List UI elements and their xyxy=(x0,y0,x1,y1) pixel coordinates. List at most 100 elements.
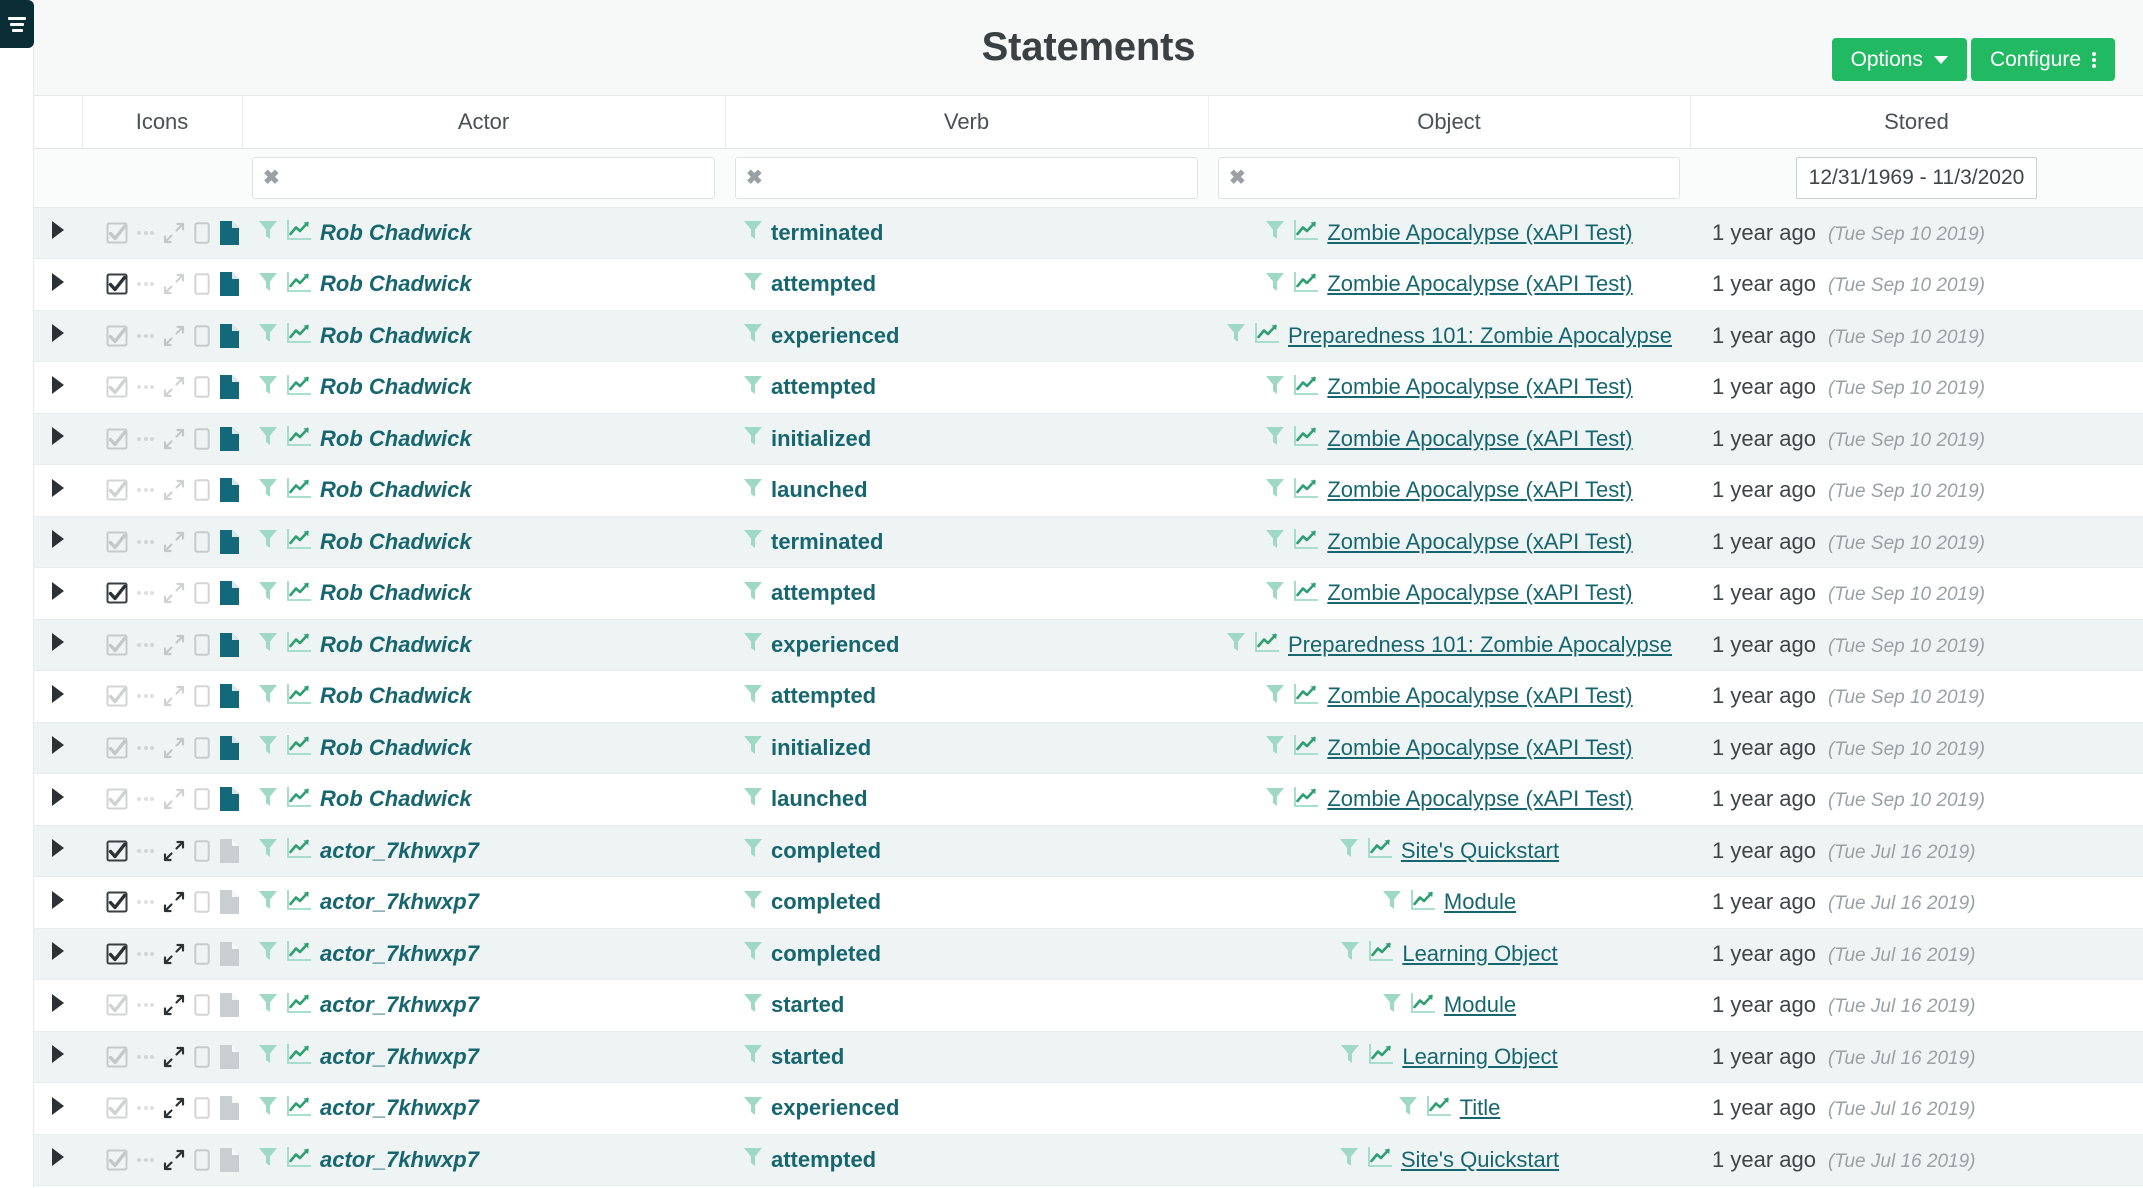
table-row[interactable]: Rob ChadwicklaunchedZombie Apocalypse (x… xyxy=(34,774,2143,826)
chart-icon[interactable] xyxy=(286,580,312,607)
table-row[interactable]: actor_7khwxp7completedModule1 year ago(T… xyxy=(34,877,2143,929)
expand-row-icon[interactable] xyxy=(52,788,64,806)
row-expand-cell[interactable] xyxy=(34,619,82,671)
tablet-icon[interactable] xyxy=(194,994,210,1016)
filter-funnel-icon[interactable] xyxy=(258,219,278,246)
table-row[interactable]: actor_7khwxp7startedLearning Object1 yea… xyxy=(34,1031,2143,1083)
chart-icon[interactable] xyxy=(1368,1043,1394,1070)
clear-icon[interactable]: ✖ xyxy=(746,168,763,188)
row-expand-cell[interactable] xyxy=(34,465,82,517)
row-expand-cell[interactable] xyxy=(34,259,82,311)
row-expand-cell[interactable] xyxy=(34,413,82,465)
chart-icon[interactable] xyxy=(1293,425,1319,452)
row-expand-cell[interactable] xyxy=(34,877,82,929)
filter-funnel-icon[interactable] xyxy=(258,425,278,452)
checkbox-icon[interactable] xyxy=(106,943,128,965)
chart-icon[interactable] xyxy=(286,322,312,349)
document-icon[interactable] xyxy=(219,220,240,246)
filter-funnel-icon[interactable] xyxy=(258,837,278,864)
table-row[interactable]: Rob ChadwickinitializedZombie Apocalypse… xyxy=(34,722,2143,774)
more-options-icon[interactable] xyxy=(137,1055,154,1059)
filter-funnel-icon[interactable] xyxy=(743,580,763,607)
object-link[interactable]: Zombie Apocalypse (xAPI Test) xyxy=(1327,735,1632,761)
more-options-icon[interactable] xyxy=(137,746,154,750)
fullscreen-expand-icon[interactable] xyxy=(163,634,185,656)
chart-icon[interactable] xyxy=(1293,374,1319,401)
tablet-icon[interactable] xyxy=(194,788,210,810)
more-options-icon[interactable] xyxy=(137,591,154,595)
checkbox-icon[interactable] xyxy=(106,1149,128,1171)
column-header-actor[interactable]: Actor xyxy=(242,96,725,148)
expand-row-icon[interactable] xyxy=(52,582,64,600)
document-icon[interactable] xyxy=(219,992,240,1018)
more-options-icon[interactable] xyxy=(137,797,154,801)
expand-row-icon[interactable] xyxy=(52,221,64,239)
checkbox-icon[interactable] xyxy=(106,1097,128,1119)
object-link[interactable]: Site's Quickstart xyxy=(1401,1147,1559,1173)
document-icon[interactable] xyxy=(219,271,240,297)
filter-funnel-icon[interactable] xyxy=(258,786,278,813)
checkbox-icon[interactable] xyxy=(106,479,128,501)
expand-row-icon[interactable] xyxy=(52,324,64,342)
document-icon[interactable] xyxy=(219,1044,240,1070)
expand-row-icon[interactable] xyxy=(52,1148,64,1166)
filter-funnel-icon[interactable] xyxy=(258,1043,278,1070)
document-icon[interactable] xyxy=(219,889,240,915)
tablet-icon[interactable] xyxy=(194,685,210,707)
chart-icon[interactable] xyxy=(286,1095,312,1122)
table-row[interactable]: Rob ChadwickterminatedZombie Apocalypse … xyxy=(34,207,2143,259)
verb-filter-input[interactable]: ✖ xyxy=(735,157,1198,199)
filter-funnel-icon[interactable] xyxy=(1226,631,1246,658)
tablet-icon[interactable] xyxy=(194,222,210,244)
more-options-icon[interactable] xyxy=(137,488,154,492)
filter-funnel-icon[interactable] xyxy=(1339,837,1359,864)
filter-funnel-icon[interactable] xyxy=(743,631,763,658)
tablet-icon[interactable] xyxy=(194,737,210,759)
checkbox-icon[interactable] xyxy=(106,891,128,913)
object-link[interactable]: Preparedness 101: Zombie Apocalypse xyxy=(1288,323,1672,349)
more-options-icon[interactable] xyxy=(137,1106,154,1110)
more-options-icon[interactable] xyxy=(137,334,154,338)
options-button[interactable]: Options xyxy=(1832,38,1967,81)
checkbox-icon[interactable] xyxy=(106,840,128,862)
chart-icon[interactable] xyxy=(286,631,312,658)
row-expand-cell[interactable] xyxy=(34,671,82,723)
filter-funnel-icon[interactable] xyxy=(743,683,763,710)
expand-row-icon[interactable] xyxy=(52,530,64,548)
filter-funnel-icon[interactable] xyxy=(743,734,763,761)
tablet-icon[interactable] xyxy=(194,943,210,965)
tablet-icon[interactable] xyxy=(194,325,210,347)
object-link[interactable]: Preparedness 101: Zombie Apocalypse xyxy=(1288,632,1672,658)
tablet-icon[interactable] xyxy=(194,1149,210,1171)
filter-funnel-icon[interactable] xyxy=(1265,219,1285,246)
chart-icon[interactable] xyxy=(1367,837,1393,864)
fullscreen-expand-icon[interactable] xyxy=(163,943,185,965)
tablet-icon[interactable] xyxy=(194,531,210,553)
filter-funnel-icon[interactable] xyxy=(743,889,763,916)
more-options-icon[interactable] xyxy=(137,282,154,286)
filter-funnel-icon[interactable] xyxy=(1340,1043,1360,1070)
chart-icon[interactable] xyxy=(1368,940,1394,967)
row-expand-cell[interactable] xyxy=(34,207,82,259)
fullscreen-expand-icon[interactable] xyxy=(163,1149,185,1171)
checkbox-icon[interactable] xyxy=(106,788,128,810)
column-header-icons[interactable]: Icons xyxy=(82,96,242,148)
chart-icon[interactable] xyxy=(286,889,312,916)
chart-icon[interactable] xyxy=(286,734,312,761)
document-icon[interactable] xyxy=(219,683,240,709)
expand-row-icon[interactable] xyxy=(52,1045,64,1063)
table-row[interactable]: Rob ChadwickinitializedZombie Apocalypse… xyxy=(34,413,2143,465)
chart-icon[interactable] xyxy=(1254,322,1280,349)
chart-icon[interactable] xyxy=(286,425,312,452)
object-link[interactable]: Zombie Apocalypse (xAPI Test) xyxy=(1327,426,1632,452)
expand-row-icon[interactable] xyxy=(52,479,64,497)
more-options-icon[interactable] xyxy=(137,437,154,441)
stored-daterange-input[interactable]: 12/31/1969 - 11/3/2020 xyxy=(1796,157,2038,199)
chart-icon[interactable] xyxy=(286,271,312,298)
filter-funnel-icon[interactable] xyxy=(743,374,763,401)
table-row[interactable]: Rob ChadwickattemptedZombie Apocalypse (… xyxy=(34,671,2143,723)
filter-funnel-icon[interactable] xyxy=(743,837,763,864)
object-link[interactable]: Learning Object xyxy=(1402,1044,1557,1070)
table-row[interactable]: Rob ChadwickexperiencedPreparedness 101:… xyxy=(34,310,2143,362)
filter-funnel-icon[interactable] xyxy=(1265,786,1285,813)
